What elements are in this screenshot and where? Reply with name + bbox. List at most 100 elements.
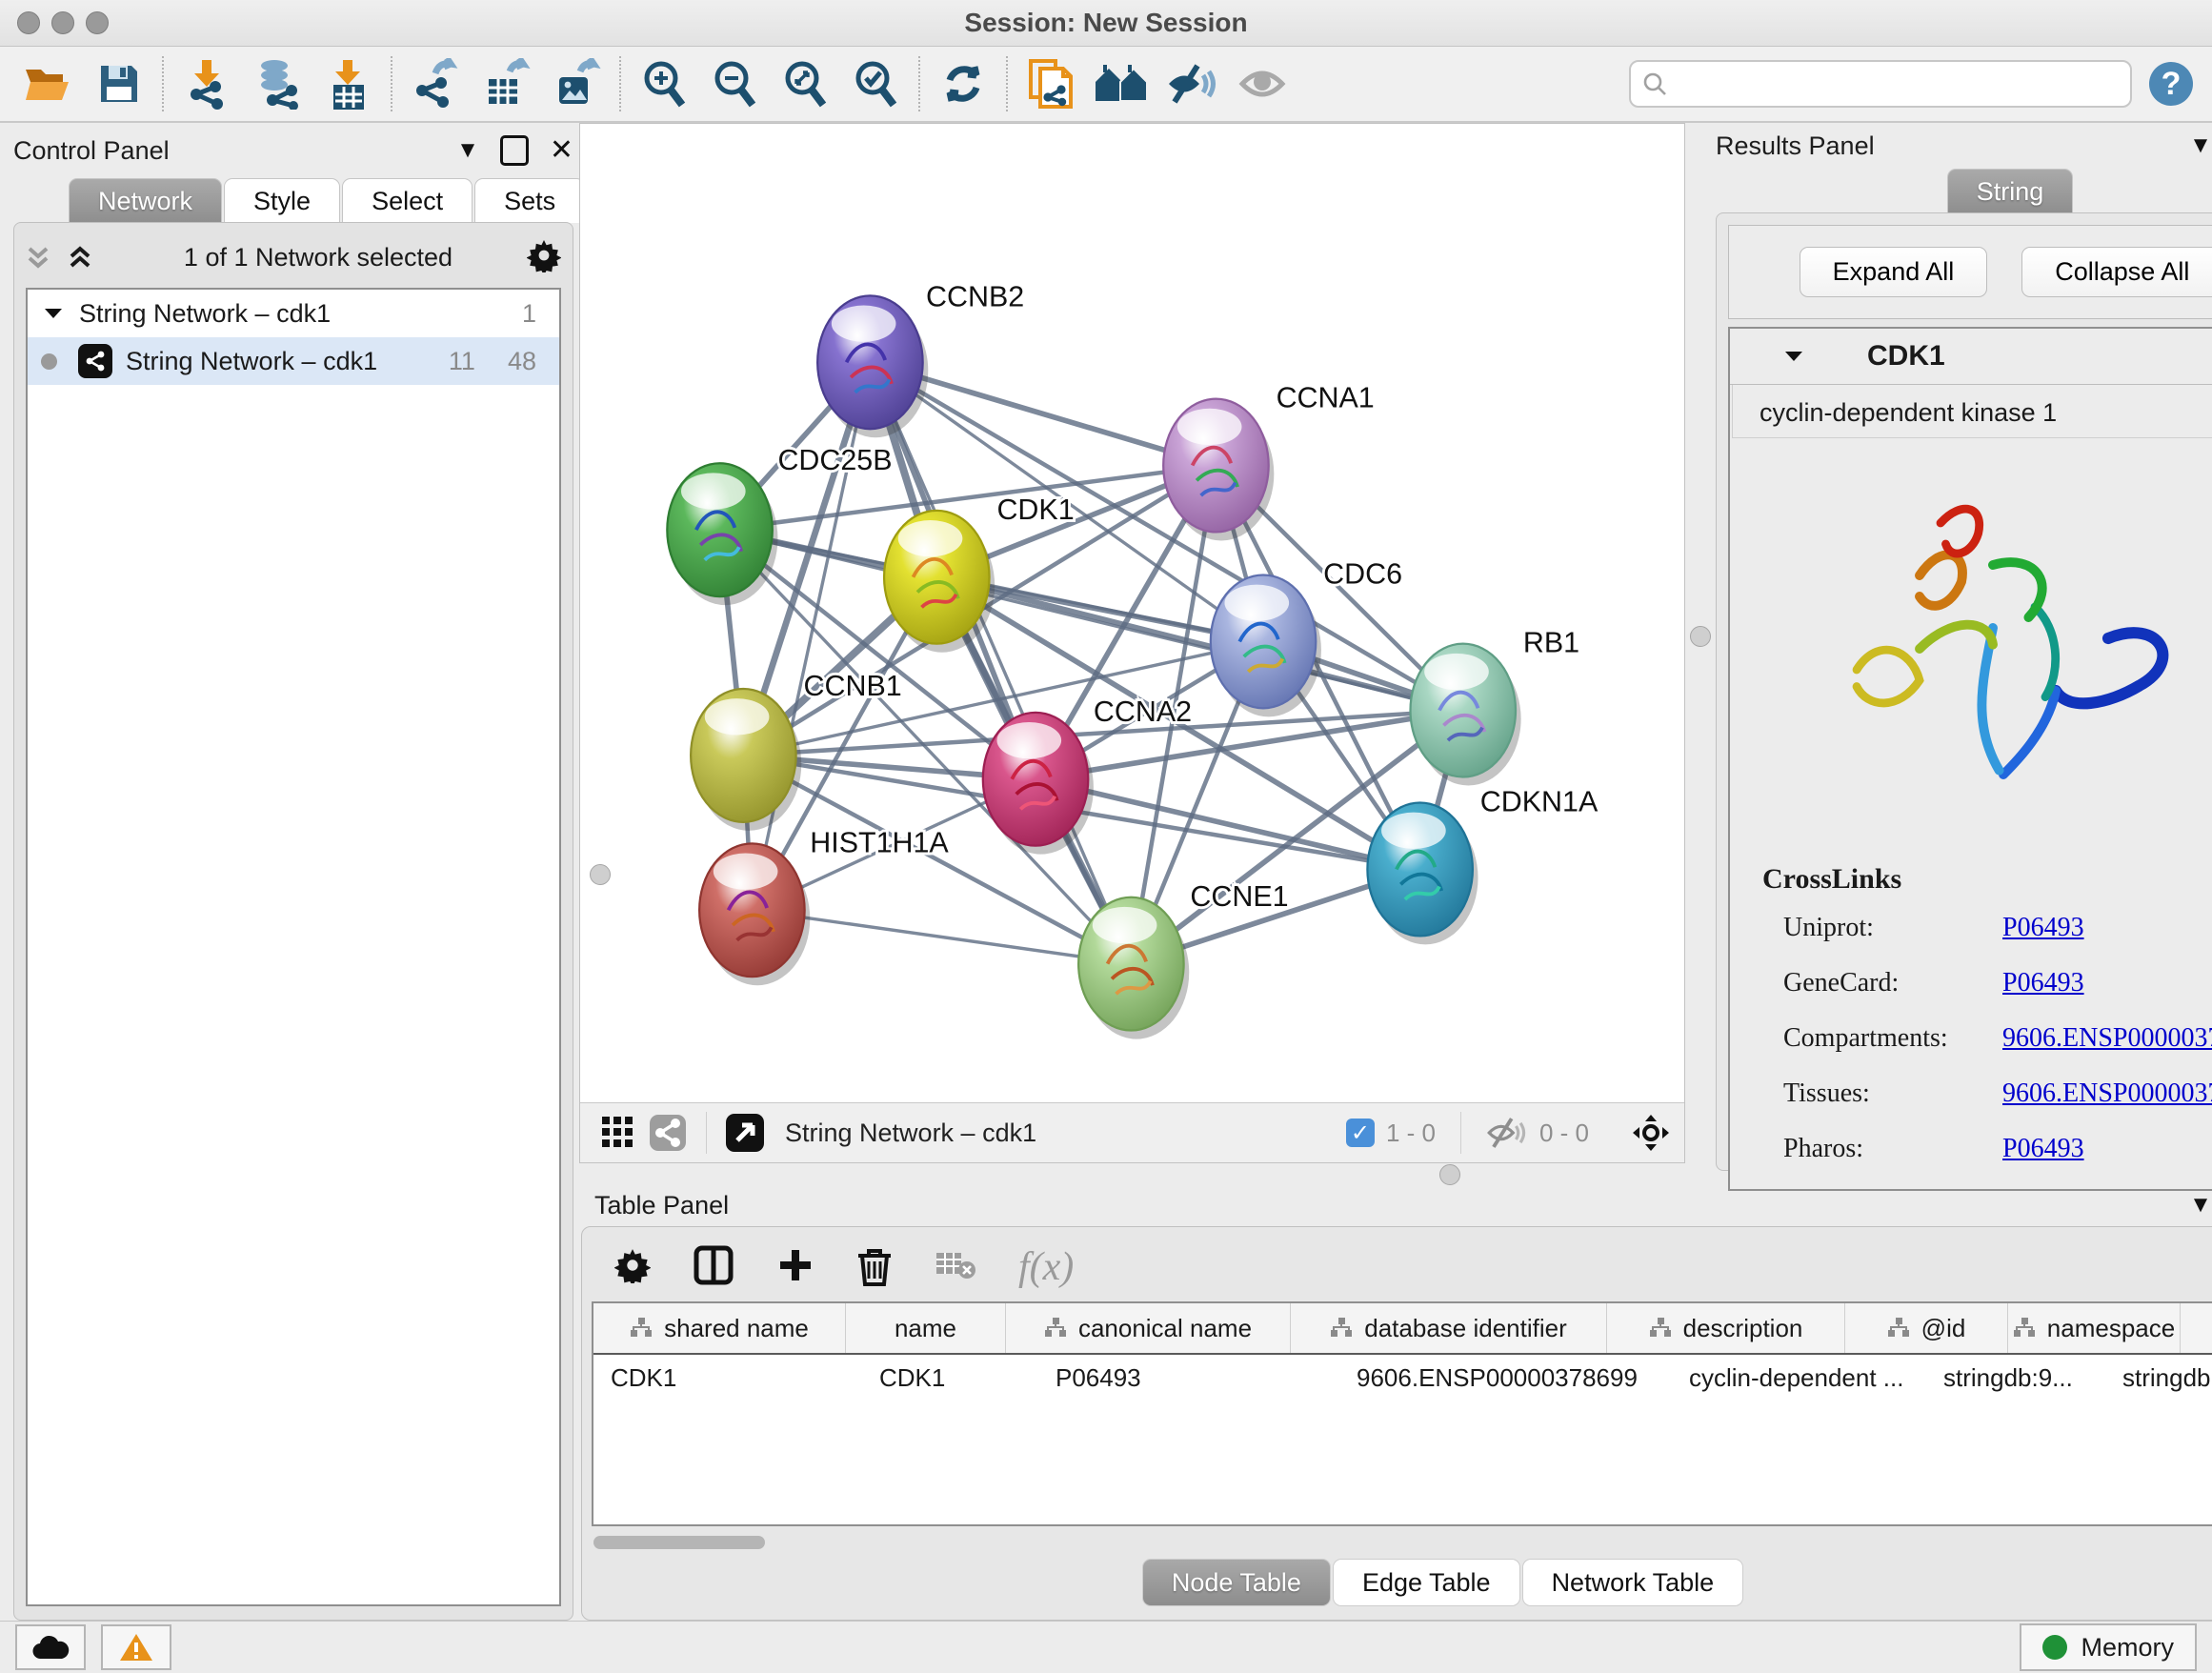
tab-select[interactable]: Select (342, 178, 473, 223)
protein-structure-image (1730, 438, 2212, 838)
crosslink-link[interactable]: 9606.ENSP00000378699 (2002, 1078, 2212, 1109)
zoom-in-button[interactable] (629, 52, 699, 115)
network-collection-row[interactable]: String Network – cdk1 1 (28, 290, 559, 337)
export-image-button[interactable] (541, 52, 612, 115)
crosslink-link[interactable]: P06493 (2002, 968, 2084, 998)
import-network-database-button[interactable] (242, 52, 312, 115)
open-session-button[interactable] (13, 52, 84, 115)
network-graph[interactable]: CCNB2CCNA1CDC25BCDK1CDC6RB1CCNB1CCNA2CDK… (580, 124, 1684, 1228)
table-cell[interactable]: stringdb:9... (1926, 1355, 2105, 1401)
cloud-status-button[interactable] (15, 1624, 86, 1670)
help-button[interactable]: ? (2149, 62, 2193, 106)
network-row-selected[interactable]: String Network – cdk1 11 48 (28, 337, 559, 385)
toolbar-separator (619, 56, 621, 111)
node-CCNE1[interactable]: CCNE1 (1078, 880, 1288, 1039)
export-network-button[interactable] (400, 52, 471, 115)
export-table-button[interactable] (471, 52, 541, 115)
column-header-shared-name[interactable]: shared name (593, 1303, 846, 1353)
zoom-fit-button[interactable] (770, 52, 840, 115)
delete-column-icon[interactable] (856, 1244, 893, 1291)
node-section-header[interactable]: CDK1 (1730, 329, 2212, 385)
hide-selected-button[interactable] (1156, 52, 1227, 115)
search-input[interactable] (1675, 70, 2119, 98)
panel-menu-icon[interactable]: ▼ (2189, 134, 2212, 157)
crosslink-link[interactable]: P06493 (2002, 913, 2084, 943)
search-box[interactable] (1629, 60, 2132, 108)
node-CCNB1[interactable]: CCNB1 (691, 670, 902, 831)
tab-edge-table[interactable]: Edge Table (1333, 1559, 1520, 1606)
show-columns-icon[interactable] (693, 1244, 734, 1291)
new-network-from-selection-button[interactable] (1016, 52, 1086, 115)
table-cell[interactable]: CDK1 (593, 1355, 862, 1401)
splitter-handle[interactable] (1439, 1164, 1460, 1185)
crosslink-row: Pharos:P06493 (1783, 1134, 2212, 1164)
table-splitter[interactable] (579, 1163, 2212, 1184)
crosslink-link[interactable]: 9606.ENSP00000378699 (2002, 1023, 2212, 1054)
collapse-all-networks-icon[interactable] (26, 243, 50, 272)
table-options-gear-icon[interactable] (614, 1247, 651, 1288)
panel-menu-icon[interactable]: ▼ (2189, 1194, 2212, 1217)
table-cell[interactable]: cyclin-dependent ... (1672, 1355, 1926, 1401)
node-CDKN1A[interactable]: CDKN1A (1367, 786, 1599, 945)
collapse-all-button[interactable]: Collapse All (2021, 247, 2212, 297)
edge-CCNB2-CCNE1[interactable] (870, 362, 1131, 963)
table-hscrollbar[interactable] (586, 1526, 2212, 1555)
node-CDC25B[interactable]: CDC25B (667, 444, 892, 605)
network-canvas[interactable]: CCNB2CCNA1CDC25BCDK1CDC6RB1CCNB1CCNA2CDK… (580, 124, 1684, 1102)
collection-expander-icon[interactable] (43, 305, 64, 322)
hscroll-thumb[interactable] (593, 1536, 765, 1549)
network-options-gear-icon[interactable] (527, 238, 561, 277)
column-header-description[interactable]: description (1607, 1303, 1845, 1353)
expand-all-button[interactable]: Expand All (1800, 247, 1988, 297)
apply-layout-button[interactable] (928, 52, 998, 115)
float-panel-icon[interactable] (500, 135, 529, 166)
warnings-button[interactable] (101, 1624, 171, 1670)
node-CDC6[interactable]: CDC6 (1211, 558, 1402, 717)
tab-network[interactable]: Network (69, 178, 222, 223)
table-cell[interactable]: 9606.ENSP00000378699 (1339, 1355, 1672, 1401)
import-network-file-button[interactable] (171, 52, 242, 115)
node-CCNA2[interactable]: CCNA2 (983, 695, 1192, 855)
crosslink-link[interactable]: P06493 (2002, 1134, 2084, 1164)
column-header-database-identifier[interactable]: database identifier (1291, 1303, 1607, 1353)
column-header-namespace[interactable]: namespace (2008, 1303, 2181, 1353)
tab-style[interactable]: Style (224, 178, 340, 223)
save-session-button[interactable] (84, 52, 154, 115)
tab-node-table[interactable]: Node Table (1142, 1559, 1331, 1606)
panel-menu-icon[interactable]: ▼ (456, 139, 479, 162)
tab-sets[interactable]: Sets (474, 178, 585, 223)
table-cell[interactable]: CDK1 (862, 1355, 1038, 1401)
node-label-CCNA2: CCNA2 (1094, 695, 1192, 728)
column-header-name[interactable]: name (846, 1303, 1006, 1353)
close-panel-icon[interactable]: ✕ (550, 136, 573, 165)
show-all-button[interactable] (1227, 52, 1297, 115)
add-column-icon[interactable] (776, 1246, 814, 1289)
tab-network-table[interactable]: Network Table (1522, 1559, 1744, 1606)
main-area: Control Panel ▼ ✕ NetworkStyleSelectSets… (0, 123, 2212, 1621)
section-expander-icon[interactable] (1783, 348, 1804, 365)
table-cell[interactable]: stringdb (2105, 1355, 2212, 1401)
warning-icon (119, 1632, 153, 1663)
node-CCNB2[interactable]: CCNB2 (817, 281, 1024, 438)
node-result-section: CDK1 cyclin-dependent kinase 1 (1728, 327, 2212, 1191)
zoom-selected-button[interactable] (840, 52, 911, 115)
table-tabs: Node TableEdge TableNetwork Table (586, 1555, 2212, 1614)
column-header--id[interactable]: @id (1845, 1303, 2008, 1353)
first-neighbors-button[interactable] (1086, 52, 1156, 115)
table-row[interactable]: CDK1CDK1P064939606.ENSP00000378699cyclin… (593, 1355, 2212, 1401)
zoom-out-button[interactable] (699, 52, 770, 115)
column-header-canonical-name[interactable]: canonical name (1006, 1303, 1291, 1353)
expand-all-networks-icon[interactable] (68, 243, 92, 272)
node-RB1[interactable]: RB1 (1411, 627, 1580, 786)
tab-string[interactable]: String (1947, 169, 2074, 213)
node-HIST1H1A[interactable]: HIST1H1A (699, 826, 949, 985)
table-cell[interactable]: P06493 (1038, 1355, 1339, 1401)
right-splitter[interactable] (1685, 123, 1716, 1163)
search-icon (1642, 71, 1667, 96)
memory-button[interactable]: Memory (2020, 1623, 2197, 1671)
splitter-handle[interactable] (1690, 626, 1711, 647)
cloud-icon (31, 1634, 70, 1661)
node-CDK1[interactable]: CDK1 (884, 494, 1075, 653)
import-table-file-button[interactable] (312, 52, 383, 115)
crosslink-label: Uniprot: (1783, 913, 2002, 943)
